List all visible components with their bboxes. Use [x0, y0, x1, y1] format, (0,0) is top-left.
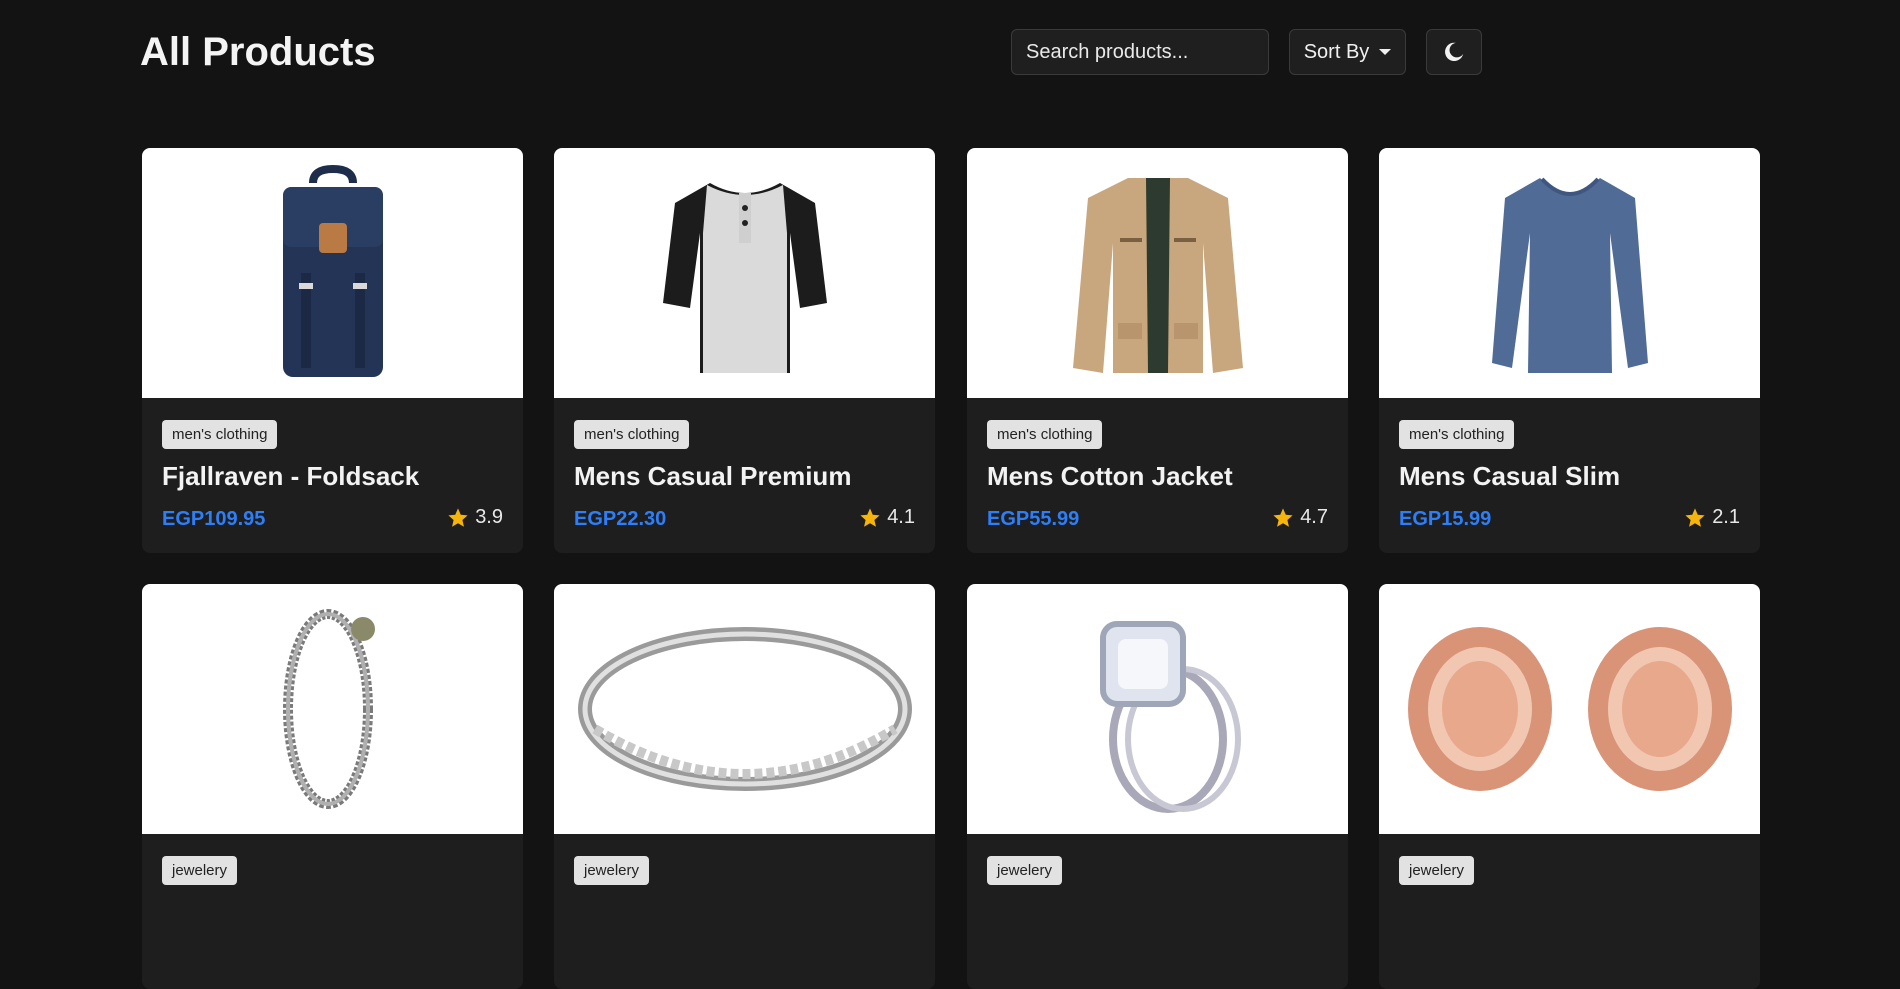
category-badge: men's clothing: [162, 420, 278, 449]
rating-value: 4.7: [1300, 506, 1328, 528]
star-icon: [860, 507, 880, 527]
product-rating: 4.1: [859, 506, 915, 529]
long-sleeve-shirt-image: [1491, 177, 1648, 373]
category-badge: men's clothing: [987, 420, 1103, 449]
product-image[interactable]: [142, 148, 523, 398]
product-price: EGP22.30: [574, 508, 667, 530]
rose-gold-plugs-image: [1407, 627, 1732, 791]
category-badge: jewelery: [987, 856, 1063, 885]
henley-shirt-image: [662, 183, 827, 373]
product-image[interactable]: [1379, 148, 1760, 398]
product-image[interactable]: [554, 148, 935, 398]
category-badge: men's clothing: [574, 420, 690, 449]
product-price: EGP109.95: [162, 508, 266, 530]
category-badge: men's clothing: [1399, 420, 1515, 449]
chain-bracelet-image: [282, 609, 375, 809]
category-badge: jewelery: [1399, 856, 1475, 885]
product-image[interactable]: [967, 148, 1348, 398]
product-card[interactable]: jewelery: [1379, 584, 1760, 989]
product-price: EGP55.99: [987, 508, 1080, 530]
product-image[interactable]: [554, 584, 935, 834]
rating-value: 4.1: [887, 506, 915, 528]
star-icon: [448, 507, 468, 527]
star-icon: [1273, 507, 1293, 527]
rating-value: 3.9: [475, 506, 503, 528]
product-card[interactable]: men's clothing Mens Casual Premium EGP22…: [554, 148, 935, 553]
page-title: All Products: [140, 30, 376, 74]
product-card[interactable]: jewelery: [142, 584, 523, 989]
product-image[interactable]: [142, 584, 523, 834]
search-input[interactable]: [1011, 29, 1269, 75]
product-card[interactable]: men's clothing Mens Casual Slim EGP15.99…: [1379, 148, 1760, 553]
rating-value: 2.1: [1712, 506, 1740, 528]
product-name[interactable]: Mens Cotton Jacket: [987, 461, 1233, 492]
theme-toggle-button[interactable]: [1426, 29, 1482, 75]
product-image[interactable]: [1379, 584, 1760, 834]
product-image[interactable]: [967, 584, 1348, 834]
sort-by-dropdown[interactable]: Sort By: [1289, 29, 1406, 75]
category-badge: jewelery: [574, 856, 650, 885]
product-card[interactable]: men's clothing Fjallraven - Foldsack EGP…: [142, 148, 523, 553]
product-name[interactable]: Fjallraven - Foldsack: [162, 461, 419, 492]
product-card[interactable]: men's clothing Mens Cotton Jacket EGP55.…: [967, 148, 1348, 553]
silver-ring-image: [577, 627, 912, 791]
product-rating: 3.9: [447, 506, 503, 529]
product-price: EGP15.99: [1399, 508, 1492, 530]
product-card[interactable]: jewelery: [967, 584, 1348, 989]
caret-down-icon: [1379, 49, 1392, 55]
moon-icon: [1445, 42, 1464, 62]
diamond-ring-image: [1099, 621, 1241, 813]
product-rating: 4.7: [1272, 506, 1328, 529]
jacket-image: [1072, 178, 1243, 373]
backpack-image: [282, 164, 383, 377]
category-badge: jewelery: [162, 856, 238, 885]
product-name[interactable]: Mens Casual Premium: [574, 461, 851, 492]
product-rating: 2.1: [1684, 506, 1740, 529]
star-icon: [1685, 507, 1705, 527]
product-name[interactable]: Mens Casual Slim: [1399, 461, 1620, 492]
product-card[interactable]: jewelery: [554, 584, 935, 989]
sort-by-label: Sort By: [1303, 40, 1370, 63]
